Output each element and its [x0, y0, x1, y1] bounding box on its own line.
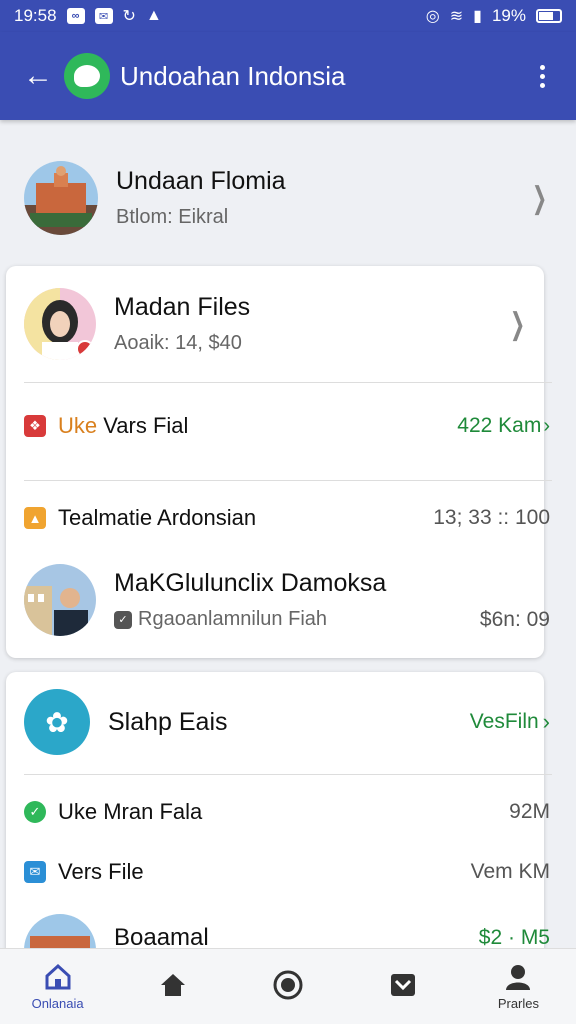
file-icon: ❖	[24, 415, 46, 437]
person-icon	[506, 965, 531, 990]
bottom-navigation: Onlanaia Prarles	[0, 948, 576, 1024]
chevron-right-icon: ›	[543, 414, 550, 437]
list-item[interactable]: ✓ Uke Mran Fala 92M	[24, 792, 550, 832]
profile-title: Madan Files	[114, 293, 251, 321]
status-time: 19:58	[14, 6, 57, 25]
top-profile-row[interactable]: Undaan Flomia Btlom: Eikral ❯	[0, 140, 576, 256]
profile-subtitle: Aoaik: 14, $40	[114, 332, 242, 354]
row-value: 422 Kam	[457, 414, 542, 437]
home-outline-icon	[45, 963, 71, 990]
battery-percent: 19%	[491, 6, 526, 25]
nav-home[interactable]: Onlanaia	[0, 949, 115, 1024]
inbox-icon	[391, 973, 416, 996]
divider	[24, 480, 552, 481]
nav-inbox[interactable]	[346, 949, 461, 1024]
chevron-right-icon: ›	[542, 709, 550, 734]
wifi-icon: ≋	[449, 8, 464, 25]
app-bar: ← Undoahan Indonsia	[0, 32, 576, 120]
row-value: Vem KM	[470, 860, 550, 883]
card-files: Madan Files Aoaik: 14, $40 ❯ ❖ Uke Vars …	[6, 266, 552, 658]
checkbox-icon: ✓	[114, 610, 132, 629]
badge-icon	[76, 340, 94, 358]
signal-icon: ▮	[473, 8, 482, 25]
row-value: $2 · M5	[478, 926, 550, 949]
nav-label: Prarles	[497, 996, 539, 1011]
section-title: Slahp Eais	[108, 707, 228, 736]
check-circle-icon: ✓	[24, 801, 46, 823]
divider	[24, 774, 552, 775]
chevron-right-icon: ❯	[531, 181, 547, 215]
home-icon	[160, 973, 185, 996]
nav-profile[interactable]: Prarles	[461, 949, 576, 1024]
avatar	[24, 161, 98, 235]
status-right: ◎ ≋ ▮ 19%	[426, 6, 562, 26]
list-item[interactable]: ✉ Vers File Vem KM	[24, 852, 550, 892]
profile-row[interactable]: Madan Files Aoaik: 14, $40 ❯	[24, 284, 530, 364]
record-icon	[273, 970, 303, 999]
avatar	[24, 564, 96, 636]
app-logo-icon	[64, 53, 110, 99]
row-label: Vars Fial	[103, 413, 189, 438]
notification-icon: ∞	[66, 8, 85, 24]
profile-subtitle: Rgaoanlamnilun Fiah	[138, 608, 328, 630]
section-header[interactable]: ✿ Slahp Eais VesFiln ›	[24, 686, 550, 758]
nav-record[interactable]	[230, 949, 345, 1024]
card-shared: ✿ Slahp Eais VesFiln › ✓ Uke Mran Fala 9…	[6, 672, 552, 962]
top-row-title: Undaan Flomia	[116, 167, 286, 195]
profile-title: MaKGlulunclix Damoksa	[114, 569, 387, 597]
profile-row[interactable]: MaKGlulunclix Damoksa ✓ Rgaoanlamnilun F…	[24, 562, 550, 638]
top-row-subtitle: Btlom: Eikral	[116, 206, 229, 228]
row-label-prefix: Uke	[58, 413, 98, 438]
divider	[24, 382, 552, 383]
alarm-icon: ◎	[425, 8, 440, 25]
row-value: $6n: 09	[479, 608, 550, 631]
row-label: Uke Mran Fala	[58, 799, 203, 824]
battery-icon	[536, 9, 562, 23]
app-emblem-icon: ✿	[24, 689, 90, 755]
nav-houses[interactable]	[115, 949, 230, 1024]
list-item[interactable]: ❖ Uke Vars Fial 422 Kam ›	[24, 406, 550, 446]
section-link: VesFiln	[469, 710, 539, 733]
overflow-menu-button[interactable]	[524, 54, 560, 98]
app-title: Undoahan Indonsia	[120, 60, 346, 91]
row-value: 92M	[509, 800, 550, 823]
mail-icon: ✉	[24, 861, 46, 883]
nav-label: Onlanaia	[31, 996, 84, 1011]
back-button[interactable]: ←	[16, 54, 60, 98]
bell-icon: ▲	[24, 507, 46, 529]
row-value: 13; 33 :: 100	[433, 506, 550, 529]
avatar	[24, 288, 96, 360]
status-bar: 19:58 ∞ ✉ ↻ ▲ ◎ ≋ ▮ 19%	[0, 0, 576, 32]
alert-notification-icon: ▲	[145, 7, 162, 24]
status-left: 19:58 ∞ ✉ ↻ ▲	[14, 6, 162, 26]
row-label: Vers File	[58, 859, 144, 884]
back-arrow-icon: ←	[23, 59, 53, 92]
mail-notification-icon: ✉	[94, 8, 113, 24]
chevron-right-icon: ❯	[509, 307, 525, 341]
list-item[interactable]: ▲ Tealmatie Ardonsian 13; 33 :: 100	[24, 498, 550, 538]
row-label: Tealmatie Ardonsian	[58, 505, 257, 530]
sync-notification-icon: ↻	[122, 8, 136, 25]
